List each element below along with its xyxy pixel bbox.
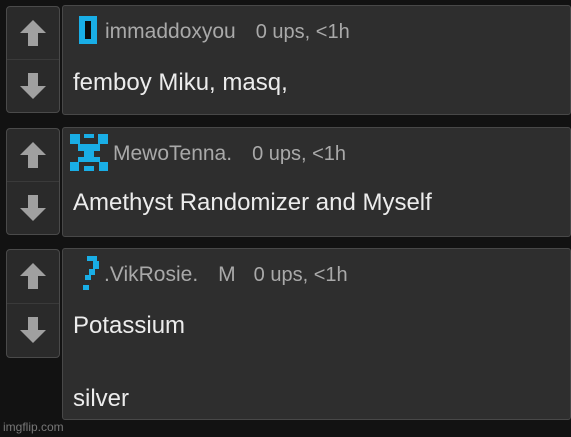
arrow-down-icon <box>20 72 46 99</box>
arrow-up-icon <box>20 141 46 168</box>
comment-header: immaddoxyou 0 ups, <1h <box>77 15 350 44</box>
upvote-button[interactable] <box>7 250 59 304</box>
vote-time-meta: 0 ups, <1h <box>255 20 350 43</box>
username-link[interactable]: .VikRosie. <box>104 263 198 287</box>
comment-2: MewoTenna. 0 ups, <1h Amethyst Randomize… <box>0 127 571 237</box>
mod-badge: M <box>218 263 236 286</box>
vote-box <box>6 249 60 358</box>
comment-3: .VikRosie. M 0 ups, <1h Potassium silver <box>0 248 571 420</box>
username-link[interactable]: MewoTenna. <box>113 142 232 166</box>
comment-header: .VikRosie. M 0 ups, <1h <box>81 255 348 290</box>
arrow-down-icon <box>20 317 46 344</box>
arrow-down-icon <box>20 194 46 221</box>
upvote-button[interactable] <box>7 7 59 60</box>
downvote-button[interactable] <box>7 304 59 358</box>
comment-body: immaddoxyou 0 ups, <1h femboy Miku, masq… <box>62 5 571 115</box>
vote-time-meta: 0 ups, <1h <box>252 142 347 165</box>
comment-text-line-2: silver <box>73 385 130 412</box>
comment-text-line-1: Amethyst Randomizer and Myself <box>73 189 432 216</box>
comment-text-line-1: femboy Miku, masq, <box>73 69 288 96</box>
comment-1: immaddoxyou 0 ups, <1h femboy Miku, masq… <box>0 5 571 115</box>
upvote-button[interactable] <box>7 129 59 182</box>
downvote-button[interactable] <box>7 60 59 113</box>
downvote-button[interactable] <box>7 182 59 235</box>
arrow-up-icon <box>20 19 46 46</box>
watermark: imgflip.com <box>3 420 64 434</box>
arrow-up-icon <box>20 263 46 290</box>
comment-body: .VikRosie. M 0 ups, <1h Potassium silver <box>62 248 571 420</box>
cyan-pixel-avatar-icon[interactable] <box>69 132 109 177</box>
comment-text-line-1: Potassium <box>73 312 186 339</box>
cyan-question-avatar-icon[interactable] <box>81 255 101 296</box>
comment-header: MewoTenna. 0 ups, <1h <box>69 133 347 171</box>
vote-time-meta: 0 ups, <1h <box>253 263 348 286</box>
cyan-bar-avatar-icon[interactable] <box>77 15 99 50</box>
vote-box <box>6 128 60 235</box>
username-link[interactable]: immaddoxyou <box>105 20 236 44</box>
comment-thread: immaddoxyou 0 ups, <1h femboy Miku, masq… <box>0 0 571 437</box>
comment-body: MewoTenna. 0 ups, <1h Amethyst Randomize… <box>62 127 571 237</box>
vote-box <box>6 6 60 113</box>
